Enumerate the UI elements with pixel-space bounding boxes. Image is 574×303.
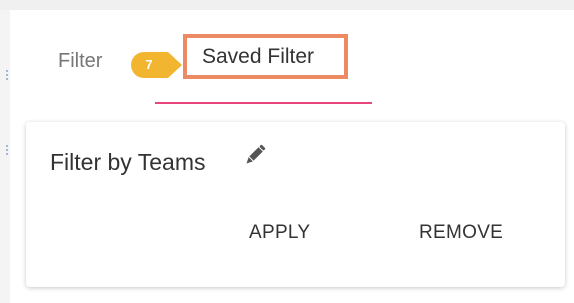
tab-saved-filter[interactable]: Saved Filter — [183, 34, 348, 79]
left-edge-marker — [6, 70, 9, 80]
top-strip — [0, 0, 574, 10]
tab-saved-filter-label: Saved Filter — [202, 45, 315, 68]
step-badge-number: 7 — [145, 57, 153, 72]
apply-button[interactable]: APPLY — [249, 222, 310, 244]
tab-filter[interactable]: Filter — [58, 50, 102, 73]
active-tab-underline — [155, 102, 372, 104]
pencil-icon[interactable] — [240, 140, 270, 170]
remove-button[interactable]: REMOVE — [419, 222, 503, 244]
filter-tabs: Filter 7 Saved Filter — [10, 10, 574, 110]
saved-filter-name: Filter by Teams — [50, 149, 206, 175]
step-badge: 7 — [130, 51, 186, 79]
left-edge-marker — [6, 145, 9, 155]
saved-filter-card: Filter by Teams APPLY REMOVE — [26, 122, 565, 287]
